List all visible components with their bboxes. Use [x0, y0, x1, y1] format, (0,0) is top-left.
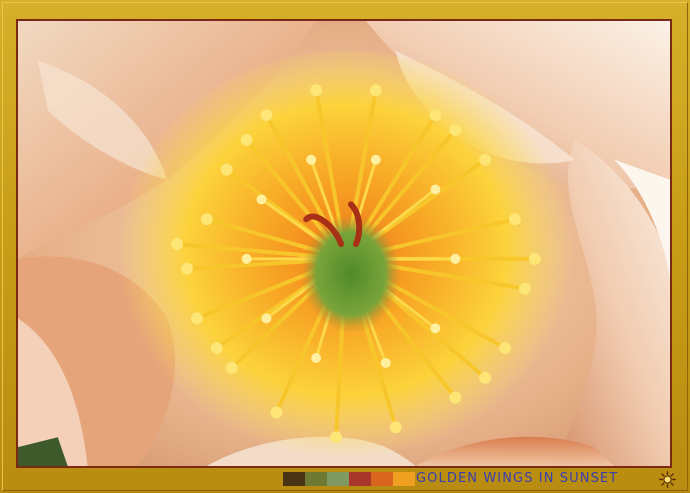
caption-bar: GOLDEN WINGS IN SUNSET [0, 469, 690, 493]
sun-icon [659, 471, 676, 488]
color-palette [283, 472, 415, 486]
peony-photo [18, 21, 670, 466]
palette-swatch [393, 472, 415, 486]
palette-swatch [327, 472, 349, 486]
palette-swatch [305, 472, 327, 486]
photo-container [16, 19, 672, 468]
palette-swatch [371, 472, 393, 486]
photo-caption: GOLDEN WINGS IN SUNSET [416, 471, 619, 486]
gold-frame: GOLDEN WINGS IN SUNSET [0, 0, 690, 493]
palette-swatch [349, 472, 371, 486]
palette-swatch [283, 472, 305, 486]
